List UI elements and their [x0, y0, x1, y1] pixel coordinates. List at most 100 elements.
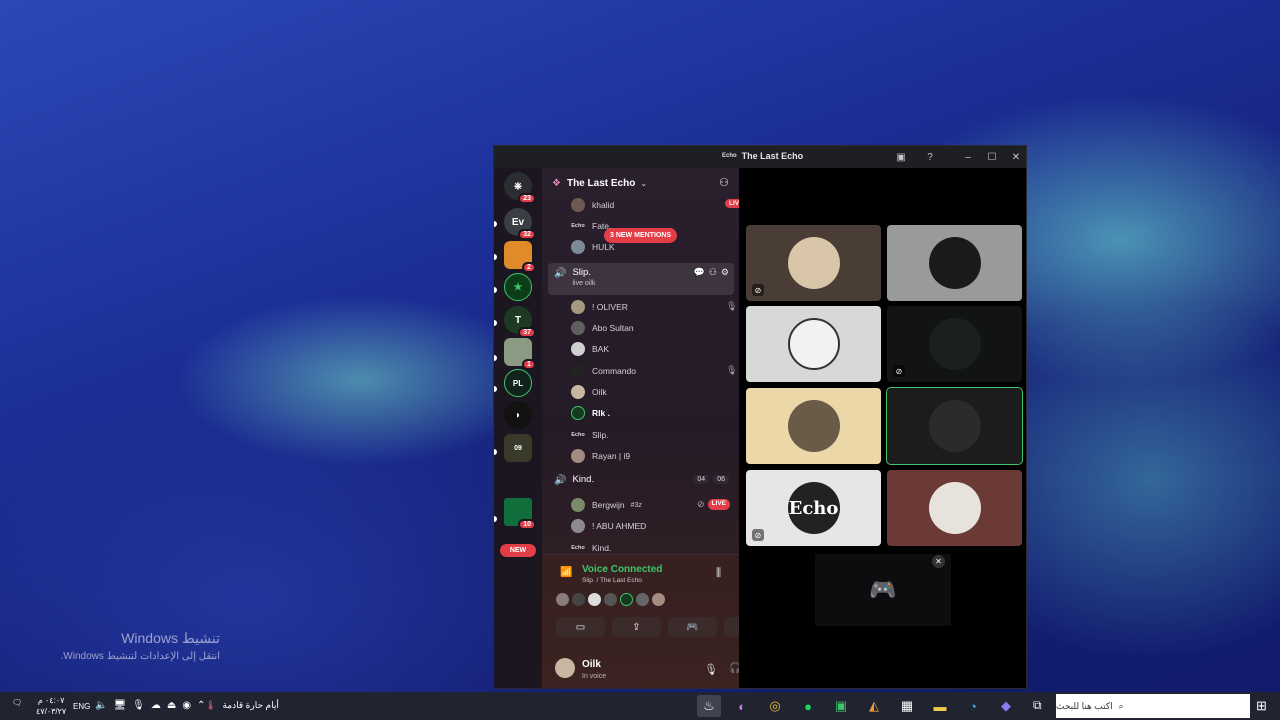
unread-pill [494, 254, 497, 260]
member-row[interactable]: BAK [571, 340, 609, 358]
signal-icon[interactable]: 📶 [560, 567, 572, 578]
member-row[interactable]: ! ABU AHMED [571, 517, 646, 535]
avatar[interactable] [588, 593, 601, 606]
notification-icon[interactable]: 🗨 [12, 698, 22, 707]
activity-card[interactable]: 🎮 [815, 554, 951, 626]
close-button[interactable]: ✕ [1009, 150, 1023, 164]
member-row[interactable]: khalid LIVE [571, 196, 748, 214]
server-icon[interactable]: ★ [504, 273, 532, 301]
windows-start-icon[interactable]: ⊞ [1256, 698, 1267, 714]
server-icon[interactable]: ⎈ 23 [504, 172, 536, 204]
search-input[interactable]: ⌕ اكتب هنا للبحث [1056, 694, 1250, 718]
server-icon[interactable]: T 37 [504, 306, 536, 338]
task-view-icon[interactable]: ⧉ [1033, 698, 1042, 713]
server-header[interactable]: ❖ The Last Echo ⌄ ⚇ [542, 168, 739, 198]
steam-app[interactable]: ♨ [697, 695, 721, 717]
new-mentions-pill[interactable]: 3 NEW MENTIONS [604, 228, 678, 243]
video-tile[interactable] [746, 306, 881, 382]
spotify-app[interactable]: ● [796, 695, 820, 717]
deafened-icon: ⊘ [697, 499, 705, 509]
chat-icon[interactable]: 💬 [694, 267, 705, 278]
microphone-icon[interactable]: 🎙 [132, 700, 145, 711]
avatar[interactable] [636, 593, 649, 606]
activity-button[interactable]: 🎮 [668, 617, 717, 637]
gear-icon[interactable]: ⚙ [721, 267, 729, 278]
cloud-icon[interactable]: ☁ [151, 700, 161, 711]
voice-status[interactable]: Voice Connected [582, 564, 662, 575]
camera-toggle-button[interactable]: ▭ [556, 617, 605, 637]
copilot-app[interactable]: ◆ [994, 695, 1018, 717]
server-label: Ev [511, 216, 525, 228]
discord-tray-icon[interactable]: ◉ [182, 700, 191, 711]
server-icon[interactable]: PL [504, 369, 532, 397]
avatar[interactable] [652, 593, 665, 606]
language-indicator[interactable]: ENG [73, 702, 90, 711]
unread-pill [494, 449, 497, 455]
member-row[interactable]: Echo Fate. ⊘ [571, 217, 745, 235]
usb-icon[interactable]: ⏏ [167, 700, 176, 711]
avatar[interactable] [555, 658, 575, 678]
video-tile[interactable] [746, 388, 881, 464]
chrome-app[interactable]: ◎ [763, 695, 787, 717]
server-icon[interactable]: 2 [504, 241, 536, 273]
video-tile[interactable]: ⊘ [887, 306, 1022, 382]
member-row[interactable]: Commando 🎙⊘ [571, 362, 748, 380]
network-icon[interactable]: 🖥 [113, 700, 126, 711]
avatar [571, 198, 585, 212]
clock-date: ٤٧/٠٣/٢٧ [36, 707, 67, 716]
voice-activity-icon[interactable]: ⫼ [716, 567, 721, 580]
avatar[interactable] [620, 593, 633, 606]
notes-app[interactable]: ◭ [862, 695, 886, 717]
video-tile[interactable] [887, 470, 1022, 546]
microphone-icon[interactable]: 🎙 [704, 663, 718, 676]
voice-channel-slip[interactable]: 🔊 Slip. live oilk 💬 ⚇ ⚙ [548, 263, 734, 295]
video-tile[interactable]: Echo ⊘ [746, 470, 881, 546]
new-servers-pill[interactable]: NEW [500, 544, 536, 557]
close-icon[interactable]: ✕ [932, 555, 945, 568]
avatar[interactable] [556, 593, 569, 606]
video-tile[interactable] [887, 225, 1022, 301]
edge-app[interactable]: ◔ [961, 695, 985, 717]
server-icon[interactable]: 09 [504, 434, 532, 462]
member-row[interactable]: ! OLIVER 🎙⊘ [571, 298, 748, 316]
member-row[interactable]: Rlk . [571, 404, 610, 422]
minimize-button[interactable]: – [961, 150, 975, 164]
member-row[interactable]: Rayan | i9 [571, 447, 630, 465]
store-app[interactable]: ▦ [895, 695, 919, 717]
volume-icon[interactable]: 🔈 [95, 700, 107, 711]
add-member-icon[interactable]: ⚇ [719, 176, 729, 189]
member-row[interactable]: HULK [571, 238, 615, 256]
xbox-app[interactable]: ▣ [829, 695, 853, 717]
copilot-icon: ◆ [1001, 698, 1011, 713]
invite-icon[interactable]: ⚇ [709, 267, 717, 278]
member-row[interactable]: Echo Slip. ⊘ [571, 426, 745, 444]
maximize-button[interactable]: ☐ [985, 150, 999, 164]
discord-app[interactable]: ◐ [730, 695, 754, 717]
screen-share-button[interactable]: ⇪ [612, 617, 661, 637]
avatar [928, 400, 981, 452]
avatar[interactable] [604, 593, 617, 606]
member-row[interactable]: Oilk [571, 383, 607, 401]
avatar[interactable] [572, 593, 585, 606]
server-icon[interactable]: ◗ [504, 401, 532, 429]
video-tile[interactable] [886, 387, 1023, 465]
screen-share-icon[interactable]: ▣ [894, 150, 908, 164]
member-row[interactable]: Abo Sultan [571, 319, 634, 337]
weather-widget[interactable]: 🌡 أيام حارة قادمة [205, 700, 279, 711]
video-tile[interactable]: ⊘ [746, 225, 881, 301]
deafened-icon: ⊘ [893, 365, 905, 377]
server-icon[interactable]: 1 [504, 338, 536, 370]
server-icon[interactable]: Ev 32 [504, 208, 536, 240]
help-icon[interactable]: ? [923, 150, 937, 164]
user-status: In voice [582, 673, 607, 680]
server-icon[interactable]: 10 [504, 498, 536, 530]
taskbar-clock[interactable]: ٠٤:٠٧ م ٤٧/٠٣/٢٧ [36, 695, 66, 717]
user-name[interactable]: Oilk [582, 659, 601, 670]
file-explorer-app[interactable]: ▬ [928, 695, 952, 717]
unread-pill [494, 516, 497, 522]
member-name: BAK [592, 344, 610, 354]
voice-location[interactable]: Slip. / The Last Echo [582, 577, 642, 584]
member-row[interactable]: Bergwijn #3z ⊘ LIVE [571, 496, 730, 514]
voice-channel-kind[interactable]: 🔊 Kind. 04 06 [548, 470, 734, 492]
video-grid: ⊘ ⊘ Echo ⊘ 🎮 ✕ [739, 168, 1026, 688]
